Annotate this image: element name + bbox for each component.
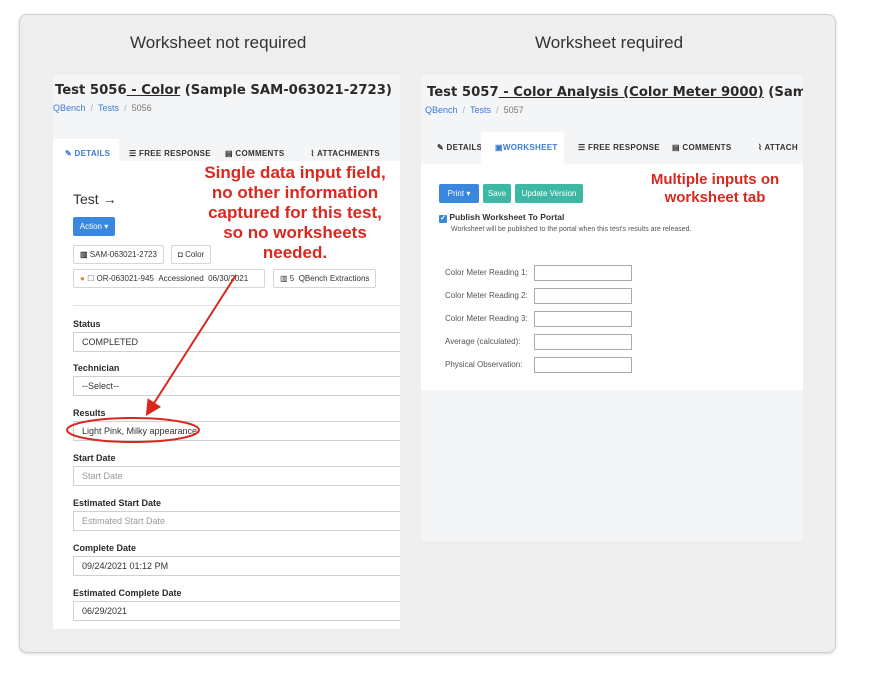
comment-icon: ▤ — [672, 143, 680, 152]
divider — [73, 305, 400, 306]
breadcrumb-tests[interactable]: Tests — [470, 105, 491, 115]
status-label: Status — [73, 319, 101, 329]
test-type-link[interactable]: - Color — [127, 83, 180, 98]
order-chip[interactable]: ● ☐ OR-063021-945 Accessioned 06/30/2021 — [73, 269, 265, 288]
test-heading: Test → — [73, 191, 117, 207]
paperclip-icon: ⌇ — [310, 149, 315, 158]
estimated-start-date-label: Estimated Start Date — [73, 498, 162, 508]
tab-attachments[interactable]: ⌇ ATTACH — [744, 132, 803, 164]
reading-3-label: Color Meter Reading 3: — [445, 314, 528, 323]
list-icon: ☰ — [578, 143, 586, 152]
breadcrumb-tests[interactable]: Tests — [98, 103, 119, 113]
pencil-icon: ✎ — [65, 149, 73, 158]
reading-1-input[interactable] — [534, 265, 632, 281]
reading-2-input[interactable] — [534, 288, 632, 304]
tab-details[interactable]: ✎ DETAILS — [421, 132, 482, 164]
breadcrumb: QBench / Tests/5056 — [53, 103, 152, 113]
physical-observation-input[interactable] — [534, 357, 632, 373]
tab-bar: ✎ DETAILS ▣WORKSHEET ☰ FREE RESPONSE ▤ C… — [421, 132, 803, 164]
batch-icon: ▥ — [280, 274, 288, 283]
breadcrumb: QBench / Tests/5057 — [425, 105, 524, 115]
caption-right: Worksheet required — [535, 33, 684, 52]
tab-comments[interactable]: ▤ COMMENTS — [658, 132, 744, 164]
barcode-icon: ▥ — [80, 250, 88, 259]
comment-icon: ▤ — [225, 149, 233, 158]
right-screenshot: Test 5057 - Color Analysis (Color Meter … — [421, 75, 803, 541]
publish-checkbox-row[interactable]: ✓ Publish Worksheet To Portal — [439, 212, 564, 223]
breadcrumb-qbench[interactable]: QBench — [53, 103, 86, 113]
page-title: Test 5057 - Color Analysis (Color Meter … — [427, 85, 803, 100]
publish-label: Publish Worksheet To Portal — [449, 212, 565, 222]
checkbox-checked-icon[interactable]: ✓ — [439, 215, 447, 223]
warning-icon: ● — [80, 274, 85, 283]
page-title: Test 5056 - Color (Sample SAM-063021-272… — [55, 83, 392, 98]
annotation-left: Single data input field, no other inform… — [204, 163, 386, 262]
reading-2-label: Color Meter Reading 2: — [445, 291, 528, 300]
sample-chip[interactable]: ▥ SAM-063021-2723 — [73, 245, 164, 264]
reading-3-input[interactable] — [534, 311, 632, 327]
average-label: Average (calculated): — [445, 337, 521, 346]
print-button[interactable]: Print ▾ — [439, 184, 479, 203]
left-screenshot: Test 5056 - Color (Sample SAM-063021-272… — [53, 75, 400, 629]
estimated-complete-date-field[interactable]: 06/29/2021 — [73, 601, 400, 621]
start-date-field[interactable]: Start Date — [73, 466, 400, 486]
annotation-right: Multiple inputs on worksheet tab — [650, 171, 780, 206]
tab-worksheet[interactable]: ▣WORKSHEET — [481, 132, 564, 164]
edit-icon: ☐ — [87, 274, 95, 283]
status-field[interactable]: COMPLETED — [73, 332, 400, 352]
save-button[interactable]: Save — [483, 184, 511, 203]
reading-1-label: Color Meter Reading 1: — [445, 268, 528, 277]
average-input[interactable] — [534, 334, 632, 350]
pencil-icon: ✎ — [437, 143, 445, 152]
publish-note: Worksheet will be published to the porta… — [451, 226, 692, 233]
results-field[interactable]: Light Pink, Milky appearance — [73, 421, 400, 441]
caption-left: Worksheet not required — [130, 33, 307, 52]
physical-observation-label: Physical Observation: — [445, 360, 523, 369]
paperclip-icon: ⌇ — [758, 143, 763, 152]
action-button[interactable]: Action ▾ — [73, 217, 115, 236]
breadcrumb-qbench[interactable]: QBench — [425, 105, 458, 115]
extractions-chip[interactable]: ▥ 5 QBench Extractions — [273, 269, 377, 288]
technician-label: Technician — [73, 363, 120, 373]
complete-date-label: Complete Date — [73, 543, 137, 553]
estimated-start-date-field[interactable]: Estimated Start Date — [73, 511, 400, 531]
tab-free-response[interactable]: ☰ FREE RESPONSE — [564, 132, 660, 164]
update-version-button[interactable]: Update Version — [515, 184, 583, 203]
test-type-link[interactable]: - Color Analysis (Color Meter 9000) — [499, 85, 764, 100]
breadcrumb-current: 5056 — [131, 103, 152, 113]
tag-icon: ◘ — [178, 250, 183, 259]
results-label: Results — [73, 408, 106, 418]
list-icon: ☰ — [129, 149, 137, 158]
start-date-label: Start Date — [73, 453, 116, 463]
estimated-complete-date-label: Estimated Complete Date — [73, 588, 182, 598]
worksheet-icon: ▣ — [495, 143, 503, 152]
complete-date-field[interactable]: 09/24/2021 01:12 PM — [73, 556, 400, 576]
breadcrumb-current: 5057 — [503, 105, 524, 115]
technician-select[interactable]: --Select-- — [73, 376, 400, 396]
